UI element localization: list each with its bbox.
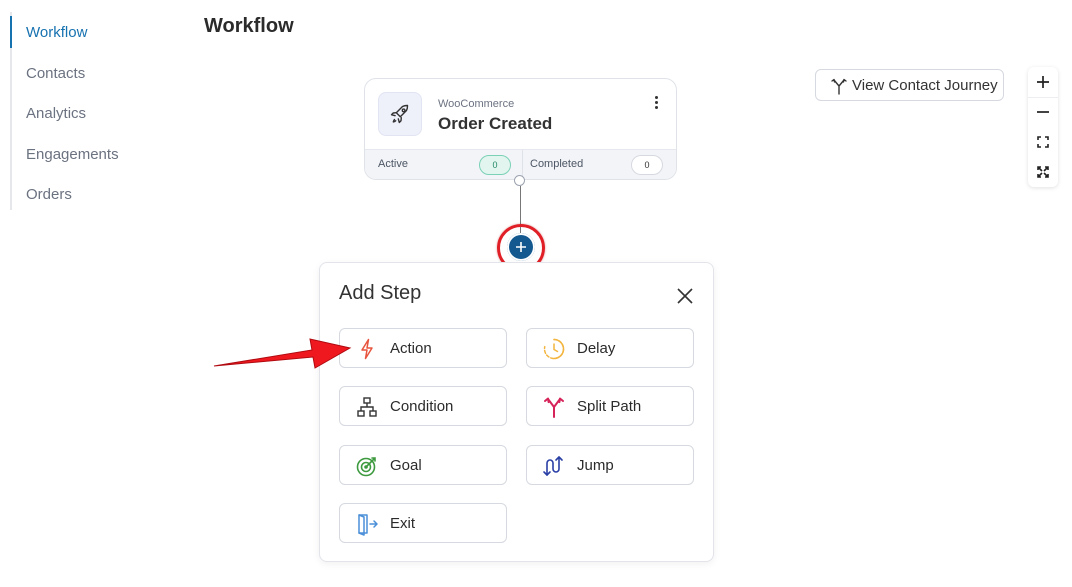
close-icon[interactable] [676, 287, 694, 305]
step-label: Delay [577, 340, 616, 357]
plus-icon [516, 242, 526, 252]
fit-view-icon [1037, 136, 1049, 148]
step-jump-button[interactable]: Jump [526, 445, 694, 485]
view-contact-journey-label: View Contact Journey [852, 77, 998, 94]
step-label: Goal [390, 457, 422, 474]
step-label: Condition [390, 398, 454, 415]
fullscreen-button[interactable] [1028, 157, 1058, 187]
branch-icon [831, 78, 847, 95]
hierarchy-icon [357, 397, 377, 417]
exit-door-icon [358, 514, 378, 536]
step-label: Action [390, 340, 432, 357]
step-label: Split Path [577, 398, 642, 415]
step-split-path-button[interactable]: Split Path [526, 386, 694, 426]
connector-handle[interactable] [514, 175, 525, 186]
trigger-card[interactable]: WooCommerce Order Created Active 0 Compl… [364, 78, 677, 180]
completed-label: Completed [530, 158, 584, 170]
step-exit-button[interactable]: Exit [339, 503, 507, 543]
sidebar-item-contacts[interactable]: Contacts [26, 65, 85, 82]
sidebar-item-analytics[interactable]: Analytics [26, 105, 86, 122]
zoom-in-button[interactable] [1028, 67, 1058, 98]
minus-icon [1037, 111, 1049, 113]
active-indicator [10, 16, 12, 48]
sidebar-item-workflow[interactable]: Workflow [26, 24, 87, 41]
rocket-icon [378, 92, 422, 136]
plus-icon [1037, 76, 1049, 88]
annotation-arrow-icon [213, 338, 352, 369]
clock-icon [543, 338, 565, 360]
step-action-button[interactable]: Action [339, 328, 507, 368]
fullscreen-icon [1037, 166, 1049, 178]
trigger-source: WooCommerce [438, 98, 515, 110]
view-contact-journey-button[interactable]: View Contact Journey [815, 69, 1004, 101]
step-label: Jump [577, 457, 614, 474]
step-condition-button[interactable]: Condition [339, 386, 507, 426]
target-icon [356, 457, 376, 477]
zoom-controls [1028, 67, 1058, 187]
active-label: Active [378, 158, 408, 170]
sidebar-item-orders[interactable]: Orders [26, 186, 72, 203]
panel-title: Add Step [339, 282, 422, 304]
active-count-badge: 0 [479, 155, 511, 175]
add-step-button[interactable] [507, 233, 535, 261]
split-path-icon [544, 397, 564, 418]
sidebar-nav: Workflow Contacts Analytics Engagements … [10, 12, 162, 210]
page-title: Workflow [204, 15, 294, 37]
fit-view-button[interactable] [1028, 127, 1058, 157]
trigger-name: Order Created [438, 114, 553, 133]
lightning-icon [361, 338, 373, 360]
add-step-panel: Add Step Action Delay Condition Split Pa… [319, 262, 714, 562]
sidebar-item-engagements[interactable]: Engagements [26, 146, 119, 163]
step-delay-button[interactable]: Delay [526, 328, 694, 368]
zoom-out-button[interactable] [1028, 97, 1058, 127]
step-goal-button[interactable]: Goal [339, 445, 507, 485]
step-label: Exit [390, 515, 416, 532]
jump-icon [543, 456, 563, 476]
more-options-icon[interactable] [651, 95, 661, 113]
completed-count-badge: 0 [631, 155, 663, 175]
